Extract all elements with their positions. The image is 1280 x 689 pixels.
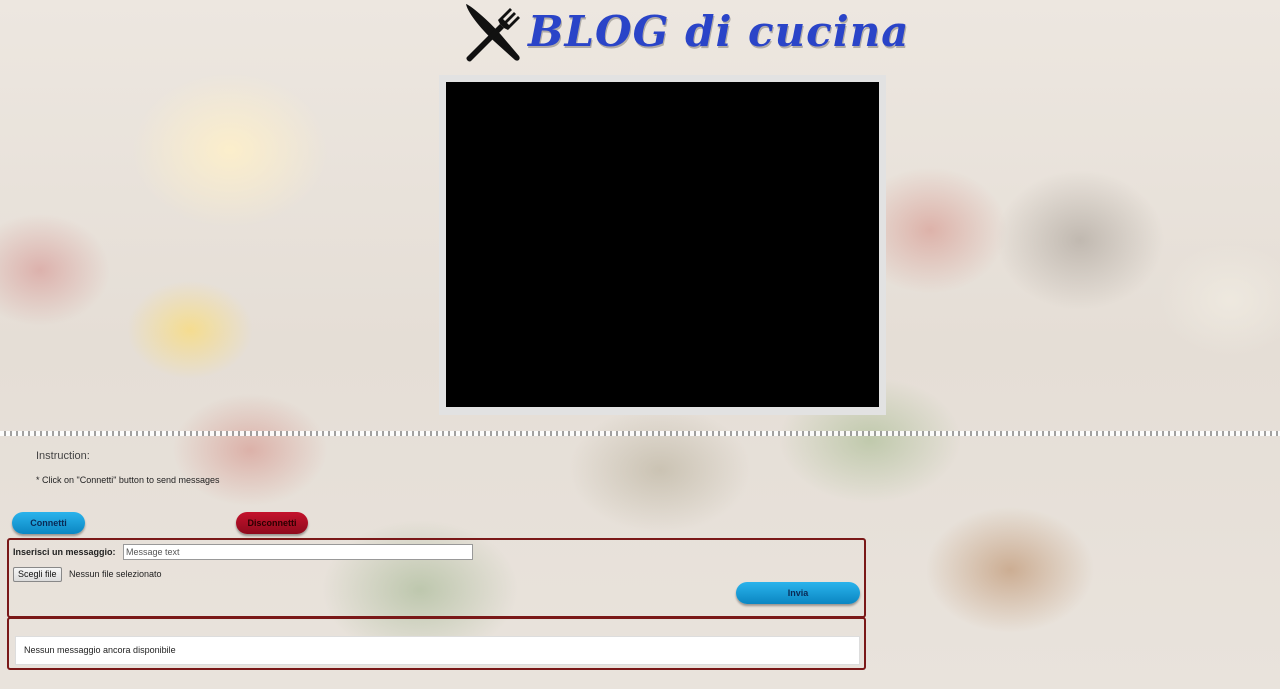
file-status: Nessun file selezionato [69,569,162,579]
connect-button[interactable]: Connetti [12,512,85,534]
blog-title: BLOG di cucina [528,7,910,56]
send-message-panel: Inserisci un messaggio: Scegli file Ness… [7,538,866,618]
dashed-divider [0,431,1280,436]
video-frame [439,75,886,415]
message-list: Nessun messaggio ancora disponibile [15,636,860,665]
fork-knife-cross-icon [466,4,520,62]
header: BLOG di cucina [0,0,1280,66]
video-player[interactable] [446,82,879,407]
instruction-title: Instruction: [36,450,90,462]
message-label: Inserisci un messaggio: [13,547,116,557]
empty-messages-text: Nessun messaggio ancora disponibile [24,645,176,655]
send-button[interactable]: Invia [736,582,860,604]
message-input[interactable] [123,544,473,560]
disconnect-button[interactable]: Disconnetti [236,512,308,534]
messages-panel: Nessun messaggio ancora disponibile [7,617,866,670]
choose-file-button[interactable]: Scegli file [13,567,62,582]
instruction-text: * Click on "Connetti" button to send mes… [36,475,220,485]
